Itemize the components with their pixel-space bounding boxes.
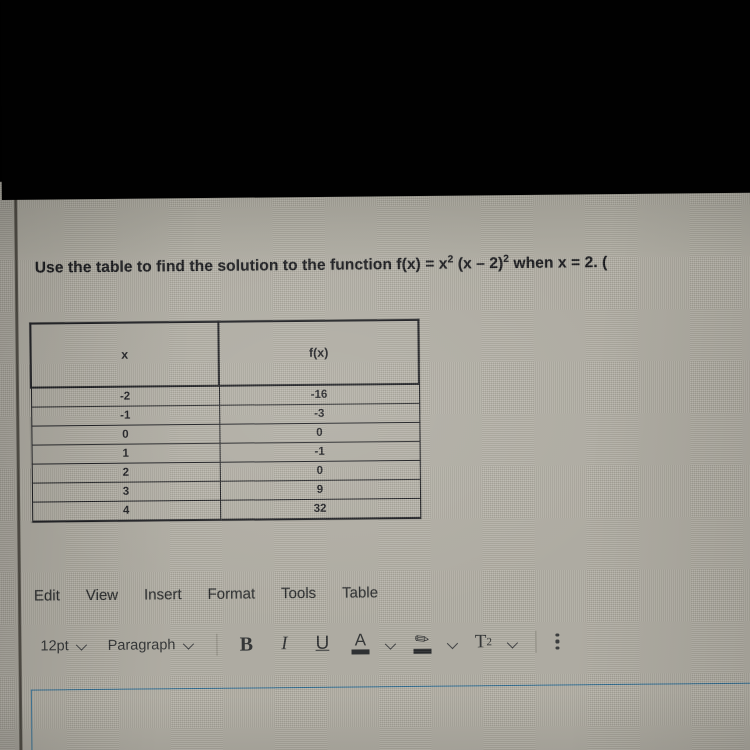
- table-header-row: x f(x): [30, 319, 419, 388]
- font-size-dropdown[interactable]: 12pt: [32, 638, 99, 655]
- text-color-swatch: [351, 649, 370, 655]
- text-color-dropdown[interactable]: [379, 628, 403, 658]
- superscript-button[interactable]: T2: [465, 627, 501, 657]
- bold-button[interactable]: B: [227, 629, 265, 659]
- chevron-down-icon: [77, 640, 88, 651]
- block-format-dropdown[interactable]: Paragraph: [100, 637, 207, 654]
- kebab-dot: [555, 639, 559, 644]
- cell-fx: 0: [219, 422, 420, 444]
- highlighter-glyph: ✎: [410, 627, 434, 652]
- question-lead: Use the table to find the solution to th…: [34, 255, 448, 277]
- menu-item-edit[interactable]: Edit: [34, 587, 60, 604]
- toolbar-divider: [216, 633, 218, 656]
- formatting-toolbar: 12pt Paragraph B I U A ✎ T 2: [32, 624, 568, 663]
- cell-fx: 0: [219, 460, 420, 482]
- column-header-fx: f(x): [218, 319, 419, 386]
- cell-x: 4: [32, 500, 221, 522]
- text-color-button[interactable]: A: [341, 628, 379, 658]
- function-value-table: x f(x) -2 -16 -1 -3 0 0 1 -1 2 0 3 9 4 3…: [29, 319, 421, 523]
- cell-fx: -16: [218, 383, 420, 406]
- menu-item-insert[interactable]: Insert: [144, 586, 182, 603]
- chevron-down-icon: [508, 637, 519, 648]
- cell-fx: 9: [219, 479, 421, 501]
- superscript-letter: T: [474, 631, 487, 653]
- chevron-down-icon: [448, 638, 459, 649]
- chevron-down-icon: [386, 639, 397, 650]
- document-content-area: Use the table to find the solution to th…: [20, 190, 750, 750]
- question-tail: when x = 2. (: [509, 254, 608, 272]
- toolbar-divider: [535, 630, 537, 653]
- underline-button[interactable]: U: [303, 629, 341, 659]
- text-color-letter: A: [354, 630, 367, 650]
- cell-x: 1: [31, 443, 220, 465]
- question-prompt: Use the table to find the solution to th…: [35, 252, 750, 277]
- superscript-exponent: 2: [486, 636, 493, 649]
- superscript-dropdown[interactable]: [501, 627, 525, 657]
- cell-x: 0: [31, 424, 220, 446]
- laptop-screen-surface: Use the table to find the solution to th…: [0, 174, 750, 750]
- photographed-screen: Use the table to find the solution to th…: [0, 0, 750, 750]
- photo-black-border: [0, 0, 750, 200]
- cell-x: -2: [30, 385, 220, 408]
- menu-item-table[interactable]: Table: [342, 584, 378, 601]
- italic-button[interactable]: I: [265, 629, 303, 659]
- menu-item-format[interactable]: Format: [208, 585, 256, 602]
- kebab-dot: [555, 646, 560, 650]
- block-format-value: Paragraph: [107, 637, 176, 654]
- cell-x: 3: [31, 481, 221, 503]
- cell-fx: -3: [219, 403, 420, 425]
- editor-menubar: Edit View Insert Format Tools Table: [34, 584, 378, 604]
- table-body: -2 -16 -1 -3 0 0 1 -1 2 0 3 9 4 32: [30, 383, 421, 522]
- chevron-down-icon: [183, 639, 194, 650]
- highlight-color-button[interactable]: ✎: [403, 628, 441, 658]
- highlighter-pen-icon: ✎: [409, 627, 435, 657]
- more-options-icon[interactable]: [546, 627, 568, 655]
- highlight-color-dropdown[interactable]: [441, 627, 465, 657]
- menu-item-tools[interactable]: Tools: [281, 585, 316, 602]
- kebab-dot: [555, 633, 559, 637]
- answer-text-editor[interactable]: [30, 681, 750, 750]
- menu-item-view[interactable]: View: [86, 587, 118, 604]
- cell-x: -1: [31, 405, 220, 427]
- cell-fx: -1: [219, 441, 420, 463]
- table-row: 4 32: [32, 498, 421, 522]
- font-size-value: 12pt: [40, 638, 69, 655]
- cell-x: 2: [31, 462, 220, 484]
- text-color-icon: A: [347, 629, 373, 657]
- column-header-x: x: [30, 321, 219, 388]
- cell-fx: 32: [220, 498, 421, 520]
- question-middle: (x – 2): [453, 255, 504, 273]
